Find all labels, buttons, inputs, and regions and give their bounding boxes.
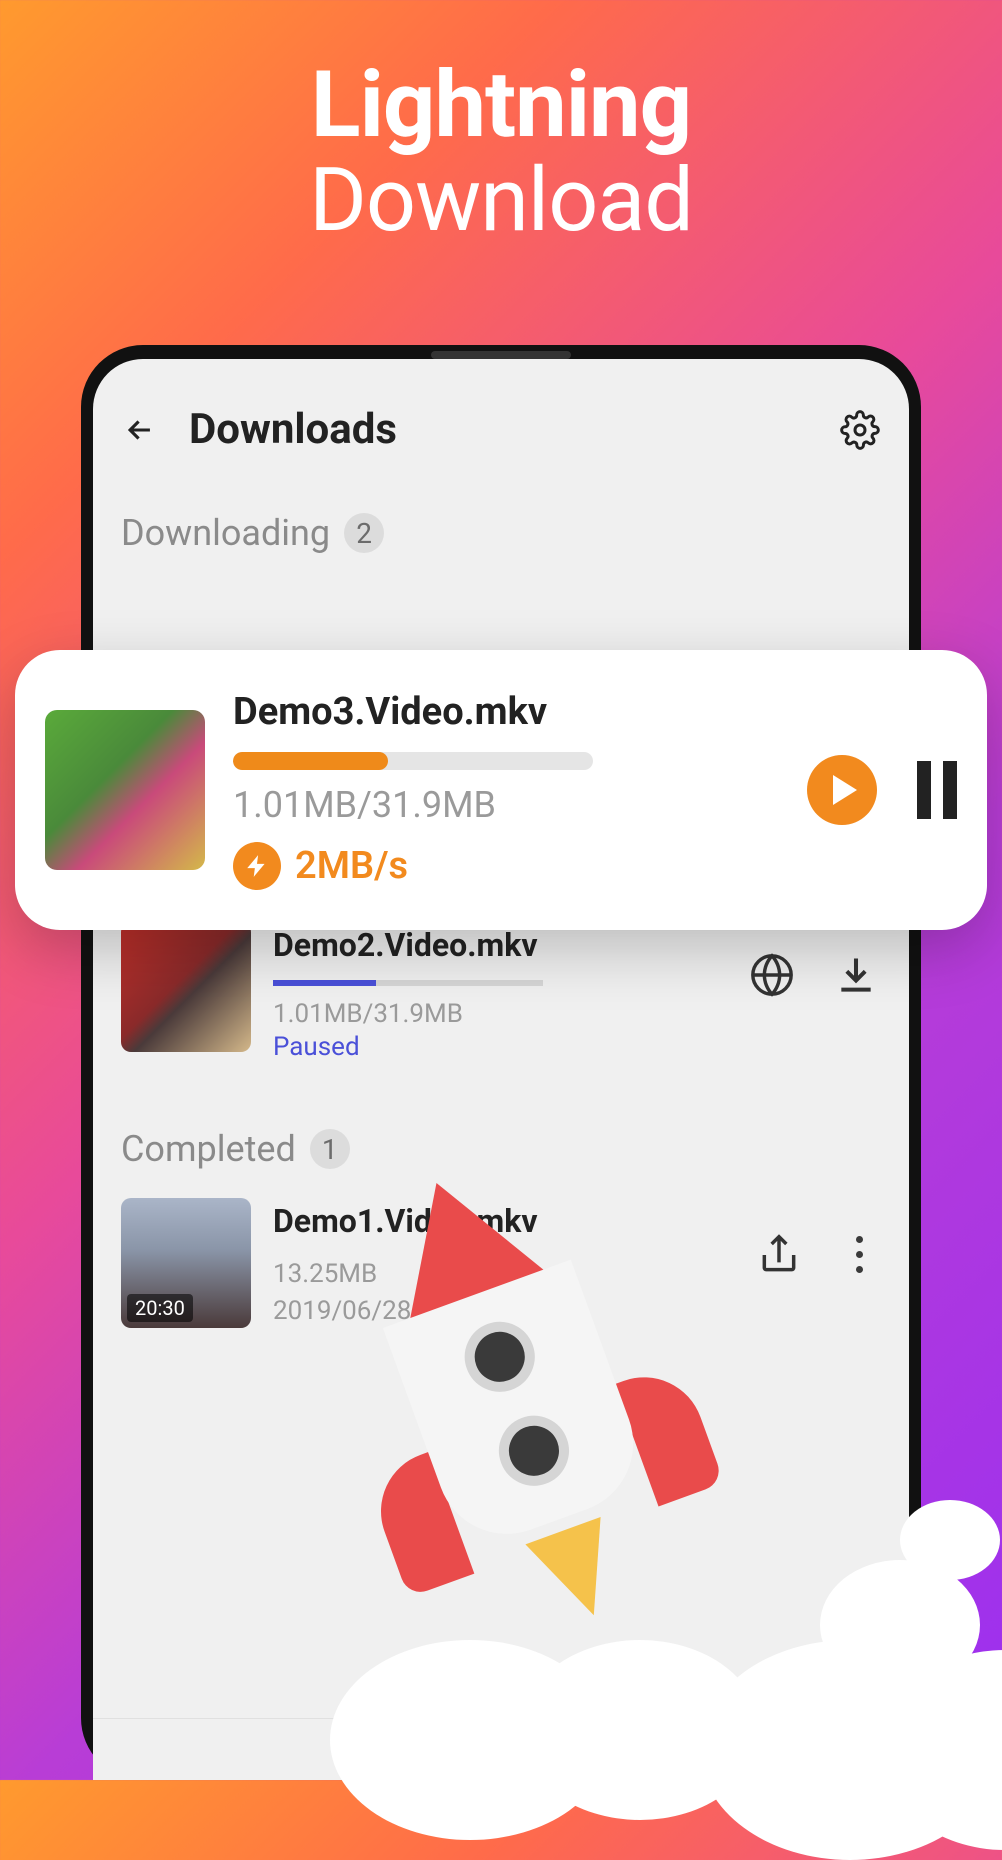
download-row[interactable]: Demo2.Video.mkv 1.01MB/31.9MB Paused xyxy=(93,916,909,1068)
back-button[interactable] xyxy=(121,411,159,449)
video-thumbnail[interactable] xyxy=(121,922,251,1052)
globe-icon xyxy=(749,952,795,998)
download-filename: Demo2.Video.mkv xyxy=(273,926,737,964)
video-thumbnail[interactable] xyxy=(45,710,205,870)
more-button[interactable] xyxy=(838,1226,881,1283)
completed-count-badge: 1 xyxy=(310,1129,350,1169)
progress-fill xyxy=(233,752,388,770)
hero-title: Lightning Download xyxy=(0,0,1002,247)
lightning-icon xyxy=(233,842,281,890)
section-completed-label: Completed xyxy=(121,1128,296,1170)
speed-row: 2MB/s xyxy=(233,842,787,890)
featured-filename: Demo3.Video.mkv xyxy=(233,690,787,734)
settings-button[interactable] xyxy=(839,409,881,451)
download-icon xyxy=(834,953,878,997)
download-size: 1.01MB/31.9MB xyxy=(273,996,737,1032)
download-status: Paused xyxy=(273,1032,737,1062)
featured-size: 1.01MB/31.9MB xyxy=(233,784,787,826)
section-downloading-header: Downloading 2 xyxy=(93,464,909,576)
pause-button[interactable] xyxy=(917,761,957,819)
arrow-left-icon xyxy=(123,413,157,447)
browser-button[interactable] xyxy=(747,950,797,1000)
more-icon xyxy=(856,1236,863,1243)
featured-download-card[interactable]: Demo3.Video.mkv 1.01MB/31.9MB 2MB/s xyxy=(15,650,987,930)
app-header: Downloads xyxy=(93,387,909,464)
progress-fill xyxy=(273,980,376,986)
completed-row-actions xyxy=(754,1198,881,1283)
resume-download-button[interactable] xyxy=(831,950,881,1000)
pause-icon xyxy=(943,761,957,819)
phone-speaker-icon xyxy=(431,351,571,359)
share-icon xyxy=(757,1233,801,1277)
section-downloading-label: Downloading xyxy=(121,512,330,554)
more-icon xyxy=(856,1251,863,1258)
play-button[interactable] xyxy=(807,755,877,825)
hero-line1: Lightning xyxy=(0,58,1002,155)
progress-track xyxy=(233,752,593,770)
featured-info: Demo3.Video.mkv 1.01MB/31.9MB 2MB/s xyxy=(233,690,787,890)
gear-icon xyxy=(840,410,880,450)
pause-icon xyxy=(917,761,931,819)
progress-track xyxy=(273,980,543,986)
smoke-cloud-icon xyxy=(900,1500,1000,1580)
download-row-actions xyxy=(747,922,881,1000)
page-title: Downloads xyxy=(189,405,839,454)
speed-value: 2MB/s xyxy=(295,844,408,888)
video-duration: 20:30 xyxy=(127,1294,193,1322)
share-button[interactable] xyxy=(754,1230,804,1280)
hero-line2: Download xyxy=(0,155,1002,247)
video-thumbnail[interactable]: 20:30 xyxy=(121,1198,251,1328)
play-icon xyxy=(833,775,857,805)
download-row-info: Demo2.Video.mkv 1.01MB/31.9MB Paused xyxy=(273,922,737,1062)
more-icon xyxy=(856,1266,863,1273)
downloading-count-badge: 2 xyxy=(344,513,384,553)
